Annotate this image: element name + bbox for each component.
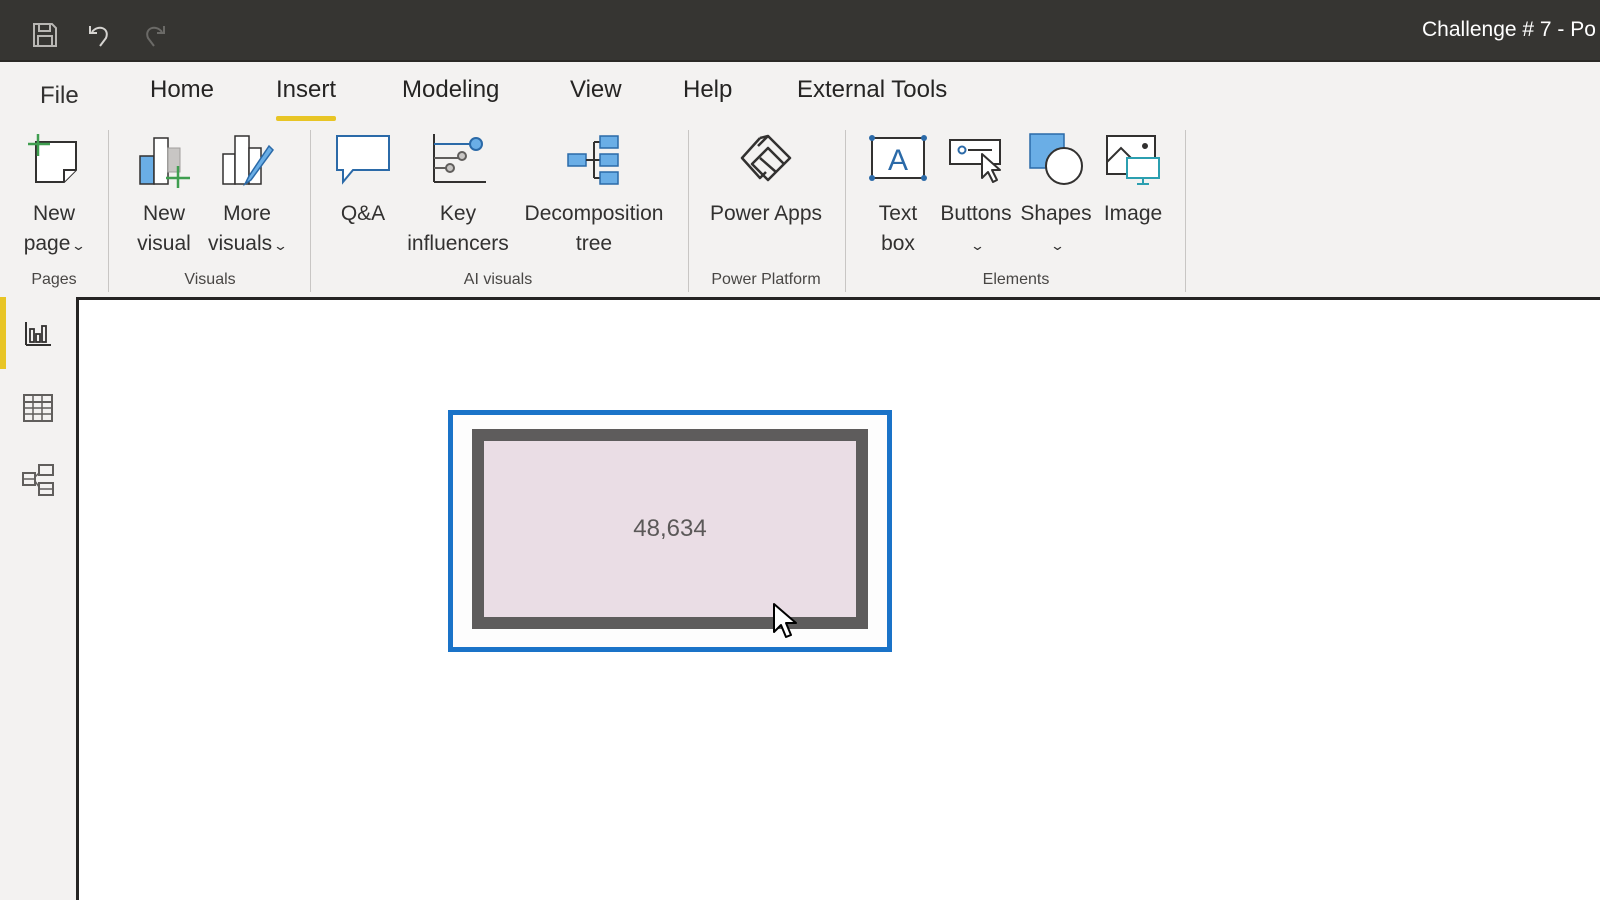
buttons-icon bbox=[949, 139, 1001, 183]
chevron-down-icon: ⌄ bbox=[272, 238, 289, 253]
redo-button[interactable] bbox=[138, 18, 172, 52]
save-icon bbox=[33, 23, 57, 47]
group-separator bbox=[1185, 130, 1186, 292]
mouse-cursor-icon bbox=[773, 603, 797, 638]
new-visual-icon bbox=[139, 137, 190, 188]
group-label-pages: Pages bbox=[31, 271, 77, 288]
title-bar: Challenge # 7 - Po bbox=[0, 0, 1600, 62]
tab-external-tools[interactable]: External Tools bbox=[797, 76, 947, 104]
window-title: Challenge # 7 - Po bbox=[1422, 18, 1596, 41]
data-view-icon bbox=[23, 394, 53, 422]
redo-icon bbox=[146, 26, 165, 47]
group-separator bbox=[310, 130, 311, 292]
buttons-label: Buttons ⌄ bbox=[940, 199, 1011, 261]
model-view-icon bbox=[22, 464, 54, 496]
report-view-icon bbox=[25, 322, 51, 346]
key-influencers-button[interactable]: Key influencers bbox=[404, 130, 512, 259]
chevron-down-icon: ⌄ bbox=[1049, 238, 1066, 253]
tab-home[interactable]: Home bbox=[150, 76, 214, 104]
undo-button[interactable] bbox=[82, 18, 116, 52]
ribbon: New page⌄ Pages New visual More visuals⌄… bbox=[0, 122, 1600, 297]
group-separator bbox=[845, 130, 846, 292]
key-influencers-label: Key influencers bbox=[407, 202, 509, 255]
selected-shape-visual[interactable]: 48,634 bbox=[448, 410, 892, 652]
new-page-button[interactable]: New page⌄ bbox=[16, 130, 92, 261]
decomposition-tree-icon bbox=[567, 135, 619, 185]
undo-icon bbox=[89, 26, 108, 47]
text-box-label: Text box bbox=[878, 202, 918, 255]
text-box-button[interactable]: A Text box bbox=[866, 130, 930, 259]
text-box-icon: A bbox=[869, 135, 927, 181]
shapes-button[interactable]: Shapes ⌄ bbox=[1018, 130, 1094, 261]
tab-view[interactable]: View bbox=[570, 76, 622, 104]
new-page-label: New page⌄ bbox=[24, 199, 87, 261]
qna-label: Q&A bbox=[340, 202, 386, 225]
save-button[interactable] bbox=[28, 18, 62, 52]
group-label-power-platform: Power Platform bbox=[711, 271, 821, 288]
svg-text:A: A bbox=[888, 144, 908, 177]
new-page-icon bbox=[28, 134, 77, 183]
more-visuals-button[interactable]: More visuals⌄ bbox=[202, 130, 292, 261]
image-label: Image bbox=[1103, 202, 1163, 225]
group-separator bbox=[108, 130, 109, 292]
tab-insert[interactable]: Insert bbox=[276, 76, 337, 121]
tab-modeling[interactable]: Modeling bbox=[402, 76, 499, 104]
image-button[interactable]: Image bbox=[1098, 130, 1168, 229]
decomposition-tree-label: Decomposition tree bbox=[524, 202, 664, 255]
group-label-visuals: Visuals bbox=[184, 271, 236, 288]
new-visual-button[interactable]: New visual bbox=[128, 130, 200, 259]
shape-value-text: 48,634 bbox=[633, 515, 707, 542]
tab-insert-label: Insert bbox=[276, 76, 337, 103]
shapes-icon bbox=[1029, 133, 1083, 185]
group-separator bbox=[688, 130, 689, 292]
group-label-ai-visuals: AI visuals bbox=[463, 271, 533, 288]
image-icon bbox=[1106, 135, 1160, 185]
power-apps-button[interactable]: Power Apps bbox=[706, 130, 826, 229]
ribbon-tabs: File Home Insert Modeling View Help Exte… bbox=[0, 62, 1600, 122]
data-view-button[interactable] bbox=[0, 375, 76, 441]
power-apps-label: Power Apps bbox=[709, 202, 823, 225]
buttons-button[interactable]: Buttons ⌄ bbox=[938, 130, 1014, 261]
more-visuals-label: More visuals⌄ bbox=[208, 199, 289, 261]
view-navigation bbox=[0, 297, 76, 900]
tab-file[interactable]: File bbox=[40, 82, 79, 110]
tab-help[interactable]: Help bbox=[683, 76, 732, 104]
more-visuals-icon bbox=[222, 135, 274, 187]
chevron-down-icon: ⌄ bbox=[969, 238, 986, 253]
chevron-down-icon: ⌄ bbox=[71, 238, 87, 253]
active-tab-indicator bbox=[276, 116, 337, 121]
rectangle-shape[interactable]: 48,634 bbox=[472, 429, 868, 629]
shapes-label: Shapes ⌄ bbox=[1020, 199, 1091, 261]
model-view-button[interactable] bbox=[0, 447, 76, 513]
qna-button[interactable]: Q&A bbox=[332, 130, 394, 229]
new-visual-label: New visual bbox=[137, 202, 191, 255]
group-label-elements: Elements bbox=[982, 271, 1050, 288]
report-view-button[interactable] bbox=[0, 301, 76, 367]
key-influencers-icon bbox=[433, 134, 486, 183]
qna-icon bbox=[336, 135, 390, 185]
decomposition-tree-button[interactable]: Decomposition tree bbox=[518, 130, 670, 259]
power-apps-icon bbox=[740, 134, 792, 182]
